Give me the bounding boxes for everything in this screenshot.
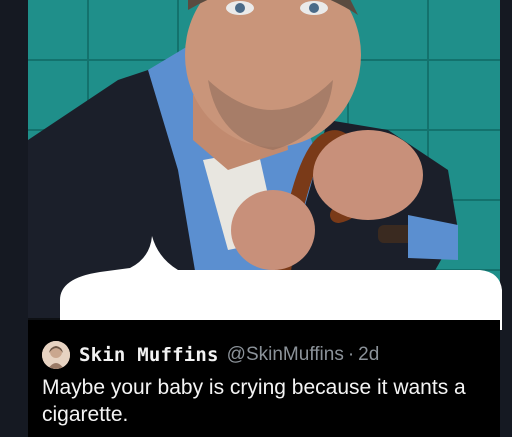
tweet-text: Maybe your baby is crying because it wan… <box>42 376 466 426</box>
screen: Skin Muffins @SkinMuffins · 2d Maybe you… <box>0 0 512 437</box>
tweet-age[interactable]: 2d <box>358 344 379 366</box>
separator-dot: · <box>347 344 355 365</box>
author-handle[interactable]: @SkinMuffins <box>227 344 344 366</box>
author-name[interactable]: Skin Muffins <box>79 344 219 366</box>
right-edge-strip <box>500 0 512 437</box>
tweet-card[interactable]: Skin Muffins @SkinMuffins · 2d Maybe you… <box>28 320 500 437</box>
photo-illustration <box>28 0 500 318</box>
avatar-icon <box>42 341 70 369</box>
tweet-header: Skin Muffins @SkinMuffins · 2d <box>42 340 379 370</box>
avatar[interactable] <box>42 341 70 369</box>
meme-photo[interactable] <box>28 0 500 318</box>
left-edge-strip <box>0 0 28 437</box>
